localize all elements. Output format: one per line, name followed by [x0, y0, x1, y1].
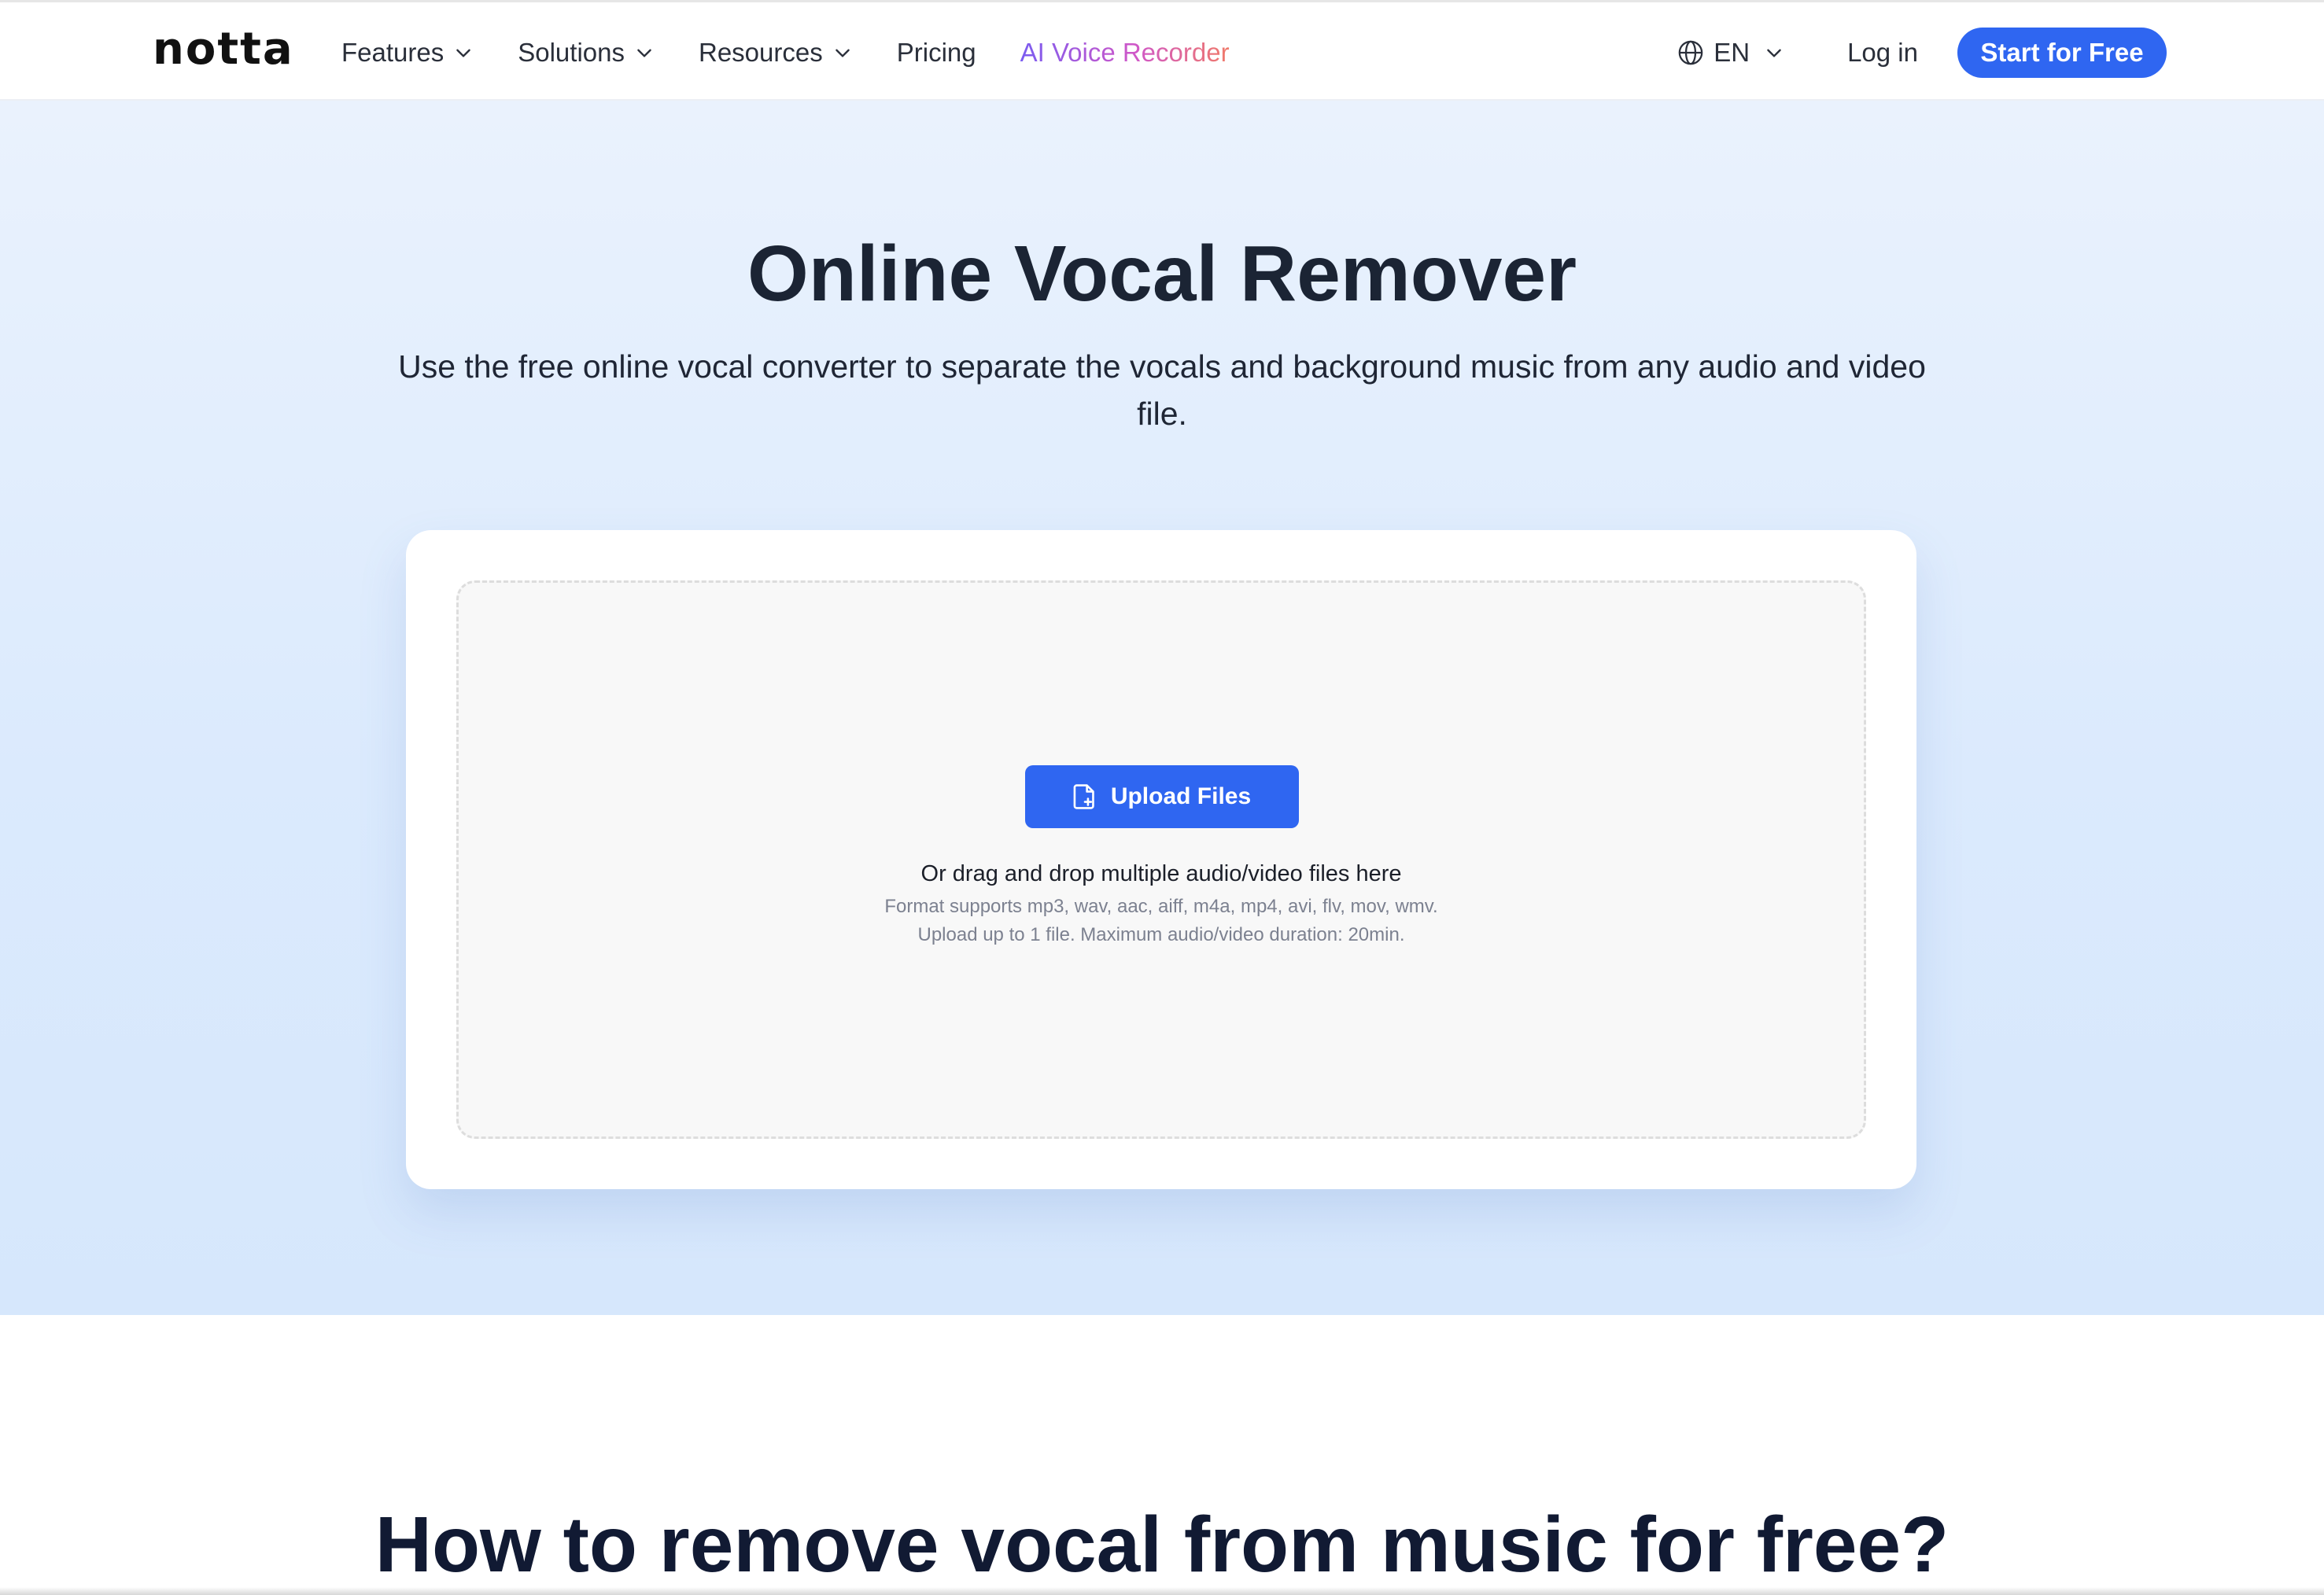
notta-logo[interactable]: notta [153, 21, 294, 78]
nav-links: Features Solutions Resources Pricing AI … [341, 2, 1274, 103]
nav-item-solutions[interactable]: Solutions [518, 38, 655, 68]
nav-item-label: Pricing [896, 38, 976, 67]
section-heading: How to remove vocal from music for free? [374, 1501, 1950, 1589]
how-to-section: How to remove vocal from music for free? [0, 1315, 2324, 1595]
nav-item-label: AI Voice Recorder [1020, 38, 1230, 67]
drop-instructions: Or drag and drop multiple audio/video fi… [920, 861, 1402, 886]
page-subtitle: Use the free online vocal converter to s… [398, 348, 1926, 432]
upload-files-button[interactable]: Upload Files [1025, 765, 1299, 828]
nav-item-pricing[interactable]: Pricing [897, 38, 976, 68]
nav-item-ai-voice-recorder[interactable]: AI Voice Recorder [1020, 38, 1230, 68]
nav-right: EN Log in Start for Free [1677, 2, 2324, 103]
globe-icon [1678, 40, 1703, 65]
nav-item-label: Features [341, 38, 445, 67]
start-for-free-button[interactable]: Start for Free [1957, 28, 2167, 78]
chevron-down-icon [637, 49, 651, 57]
hero-section: Online Vocal Remover Use the free online… [0, 101, 2324, 1315]
nav-item-features[interactable]: Features [341, 38, 474, 68]
chevron-down-icon [1767, 49, 1781, 57]
upload-limit-text: Upload up to 1 file. Maximum audio/video… [917, 924, 1405, 945]
language-label: EN [1713, 38, 1750, 67]
page-title: Online Vocal Remover [747, 230, 1577, 318]
supported-formats-text: Format supports mp3, wav, aac, aiff, m4a… [884, 896, 1438, 917]
top-navigation: notta Features Solutions Resources Prici… [0, 0, 2324, 101]
file-add-icon [1073, 784, 1094, 809]
nav-item-resources[interactable]: Resources [699, 38, 853, 68]
upload-card: Upload Files Or drag and drop multiple a… [406, 530, 1916, 1189]
chevron-down-icon [835, 49, 850, 57]
upload-files-label: Upload Files [1110, 783, 1252, 809]
window-bottom-edge [0, 1587, 2324, 1595]
login-link[interactable]: Log in [1847, 38, 1918, 68]
file-dropzone[interactable]: Upload Files Or drag and drop multiple a… [456, 580, 1866, 1139]
nav-item-label: Solutions [518, 38, 625, 67]
nav-item-label: Resources [699, 38, 823, 67]
chevron-down-icon [456, 49, 471, 57]
language-selector[interactable]: EN [1677, 38, 1784, 68]
